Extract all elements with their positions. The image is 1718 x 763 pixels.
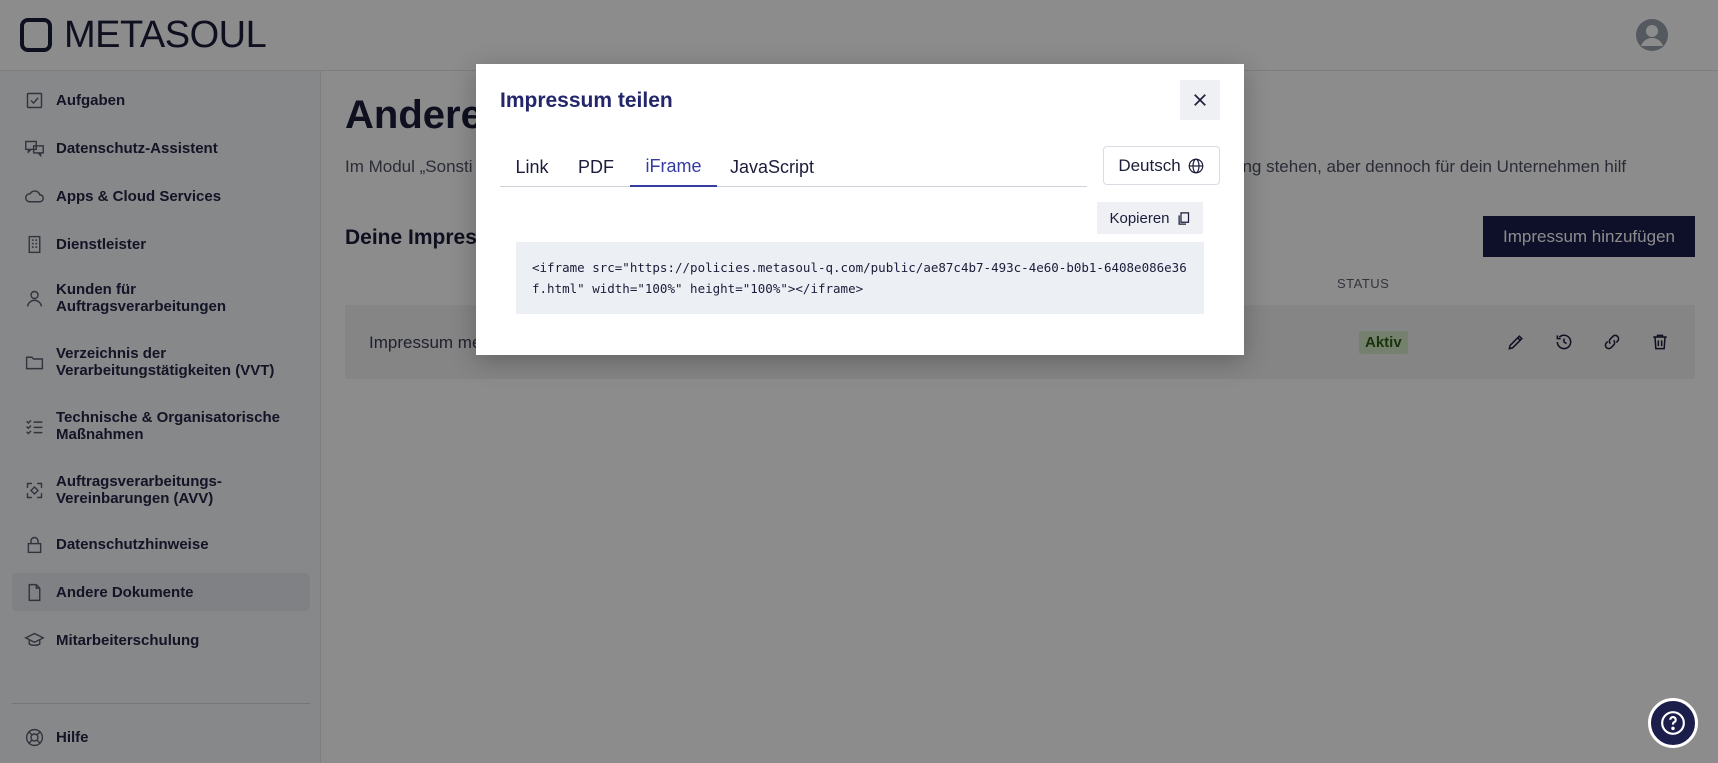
globe-icon [1188, 158, 1204, 173]
copy-button[interactable]: Kopieren [1097, 202, 1203, 234]
embed-code: <iframe src="https://policies.metasoul-q… [516, 242, 1204, 314]
close-button[interactable] [1180, 80, 1220, 120]
close-icon [1194, 94, 1206, 106]
help-chat-button[interactable] [1648, 698, 1698, 748]
dialog-title: Impressum teilen [500, 89, 673, 112]
tab-pdf[interactable]: PDF [564, 148, 628, 187]
language-selector[interactable]: Deutsch [1103, 146, 1220, 185]
copy-icon [1178, 211, 1189, 225]
tab-link[interactable]: Link [500, 148, 564, 187]
question-icon [1661, 711, 1685, 735]
tab-iframe[interactable]: iFrame [630, 148, 717, 187]
share-dialog: Impressum teilen Link PDF iFrame JavaScr… [476, 64, 1244, 355]
copy-label: Kopieren [1109, 209, 1170, 227]
share-tabs: Link PDF iFrame JavaScript [500, 148, 1087, 187]
tab-javascript[interactable]: JavaScript [718, 148, 826, 187]
language-label: Deutsch [1118, 155, 1181, 175]
